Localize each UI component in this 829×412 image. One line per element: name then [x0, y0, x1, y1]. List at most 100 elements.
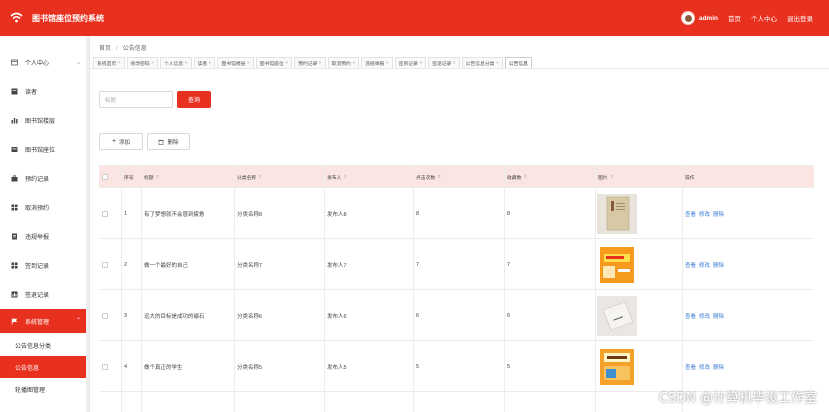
sort-icon[interactable]: ⇕ [437, 174, 441, 180]
username: admin [698, 14, 718, 22]
delete-link[interactable]: 删除 [713, 363, 724, 371]
column-header-category[interactable]: 分类名称 ⇕ [237, 166, 262, 188]
tab-item[interactable]: 预约记录 × [294, 57, 326, 68]
edit-link[interactable]: 修改 [699, 363, 710, 371]
chevron-up-icon: ⌃ [75, 318, 81, 324]
column-header-image[interactable]: 图片 ⇕ [598, 166, 613, 188]
sidebar-subitem-carousel[interactable]: 轮播图管理 [0, 378, 89, 400]
sidebar-item-profile[interactable]: 个人中心 ⌄ [0, 48, 89, 76]
tab-item[interactable]: 公告信息分类 × [461, 57, 503, 68]
tab-close-icon[interactable]: × [419, 61, 422, 66]
sidebar-item-violation-reports[interactable]: 违规举报 [0, 222, 89, 250]
edit-link[interactable]: 修改 [699, 210, 710, 218]
sort-icon[interactable]: ⇕ [343, 174, 347, 180]
tab-item[interactable]: 图书馆楼层 × [217, 57, 254, 68]
chart-icon [11, 291, 18, 297]
column-header-label: 分类名称 [237, 175, 257, 181]
header-profile-link[interactable]: 个人中心 [751, 13, 777, 23]
search-button[interactable]: 查询 [177, 91, 211, 108]
add-button-label: 添加 [119, 139, 131, 146]
sidebar-item-system-management[interactable]: 系统管理 ⌃ [0, 309, 89, 333]
grid-icon [11, 262, 18, 268]
tab-close-icon[interactable]: × [185, 61, 188, 66]
breadcrumb-home[interactable]: 首页 [99, 46, 111, 52]
sidebar-item-floors[interactable]: 图书馆楼层 [0, 106, 89, 134]
edit-link[interactable]: 修改 [699, 261, 710, 269]
tab-item[interactable]: 违规举报 × [361, 57, 393, 68]
sidebar-item-reservations[interactable]: 预约记录 [0, 164, 89, 192]
sidebar-scrollbar[interactable] [86, 36, 89, 412]
tab-close-icon[interactable]: × [209, 61, 212, 66]
tab-label: 读者 [197, 61, 208, 67]
view-link[interactable]: 查看 [685, 261, 696, 269]
add-button[interactable]: + 添加 [99, 133, 143, 150]
cell-operations: 查看 修改 删除 [685, 239, 724, 290]
tab-close-icon[interactable]: × [151, 61, 154, 66]
delete-link[interactable]: 删除 [713, 210, 724, 218]
view-link[interactable]: 查看 [685, 363, 696, 371]
delete-button[interactable]: 删除 [147, 133, 190, 150]
row-checkbox[interactable] [102, 261, 108, 268]
tab-item[interactable]: 公告信息 [504, 57, 532, 68]
table-row[interactable]: 1 有了梦想就不会感到疲惫 分类名称8 发布人8 8 8 查看 修改 删除 [99, 188, 814, 239]
tab-item[interactable]: 个人信息 × [160, 57, 192, 68]
column-header-index: 序号 [124, 166, 134, 188]
tab-item[interactable]: 修改密码 × [126, 57, 159, 68]
cell-image [597, 290, 637, 341]
column-header-publisher[interactable]: 发布人 ⇕ [327, 166, 347, 188]
select-all-checkbox[interactable] [102, 174, 108, 180]
header-home-link[interactable]: 首页 [728, 13, 741, 23]
avatar[interactable] [680, 11, 695, 25]
tab-close-icon[interactable]: × [453, 61, 456, 66]
tab-close-icon[interactable]: × [118, 61, 121, 66]
tab-close-icon[interactable]: × [285, 61, 288, 66]
tab-item[interactable]: 读者 × [193, 57, 216, 68]
briefcase-icon [11, 174, 18, 181]
view-link[interactable]: 查看 [685, 210, 696, 218]
delete-link[interactable]: 删除 [713, 312, 724, 320]
column-header-clicks[interactable]: 点击次数 ⇕ [416, 166, 441, 188]
tab-close-icon[interactable]: × [319, 61, 322, 66]
tab-item[interactable]: 系统首页 × [93, 57, 125, 68]
delete-link[interactable]: 删除 [713, 261, 724, 269]
sidebar-item-checkin-records[interactable]: 签到记录 [0, 251, 89, 279]
sidebar-item-checkout-records[interactable]: 签退记录 [0, 280, 89, 308]
sidebar-item-seats[interactable]: 图书馆座位 [0, 135, 89, 163]
table-row[interactable]: 3 远大的目标是成功的磁石 分类名称6 发布人6 6 6 查看 修改 删除 [99, 290, 814, 341]
sort-icon[interactable]: ⇕ [523, 174, 527, 180]
row-checkbox[interactable] [102, 210, 108, 217]
sidebar-item-label: 预约记录 [25, 176, 50, 183]
tab-close-icon[interactable]: × [352, 61, 355, 66]
tab-close-icon[interactable]: × [247, 61, 250, 66]
table-row[interactable]: 4 做个真正的学生 分类名称5 发布人5 5 5 查看 修改 删除 [99, 341, 814, 392]
view-link[interactable]: 查看 [685, 312, 696, 320]
header-logout-link[interactable]: 退出登录 [787, 13, 813, 23]
sort-icon[interactable]: ⇕ [156, 174, 160, 180]
cell-operations: 查看 修改 删除 [685, 188, 724, 239]
cell-index: 2 [124, 261, 128, 268]
column-header-title[interactable]: 标题 ⇕ [144, 166, 159, 188]
cell-image [597, 341, 637, 392]
column-header-favorites[interactable]: 收藏数 ⇕ [507, 166, 527, 188]
sidebar-item-label: 签到记录 [25, 263, 50, 270]
tab-item[interactable]: 图书馆座位 × [255, 57, 293, 68]
sort-icon[interactable]: ⇕ [258, 174, 262, 180]
tab-close-icon[interactable]: × [386, 61, 389, 66]
table-row[interactable]: 2 做一个最好的自己 分类名称7 发布人7 7 7 查看 修改 删除 [99, 239, 814, 290]
tab-label: 图书馆座位 [259, 61, 284, 67]
cell-image [597, 188, 637, 239]
row-checkbox[interactable] [102, 312, 108, 319]
sidebar-item-cancel-reservation[interactable]: 取消预约 [0, 193, 89, 221]
title-search-input[interactable]: 标题 [99, 91, 173, 108]
tab-close-icon[interactable]: × [496, 61, 499, 66]
edit-link[interactable]: 修改 [699, 312, 710, 320]
sidebar-subitem-notice-category[interactable]: 公告信息分类 [0, 334, 89, 356]
sidebar-item-readers[interactable]: 读者 [0, 77, 89, 105]
tab-item[interactable]: 取消预约 × [327, 57, 360, 68]
cell-clicks: 6 [416, 312, 420, 319]
sidebar-subitem-notices[interactable]: 公告信息 [0, 356, 89, 378]
row-checkbox[interactable] [102, 363, 108, 370]
tab-item[interactable]: 签到记录 × [394, 57, 427, 68]
tab-item[interactable]: 签退记录 × [428, 57, 460, 68]
sort-icon[interactable]: ⇕ [610, 174, 614, 180]
